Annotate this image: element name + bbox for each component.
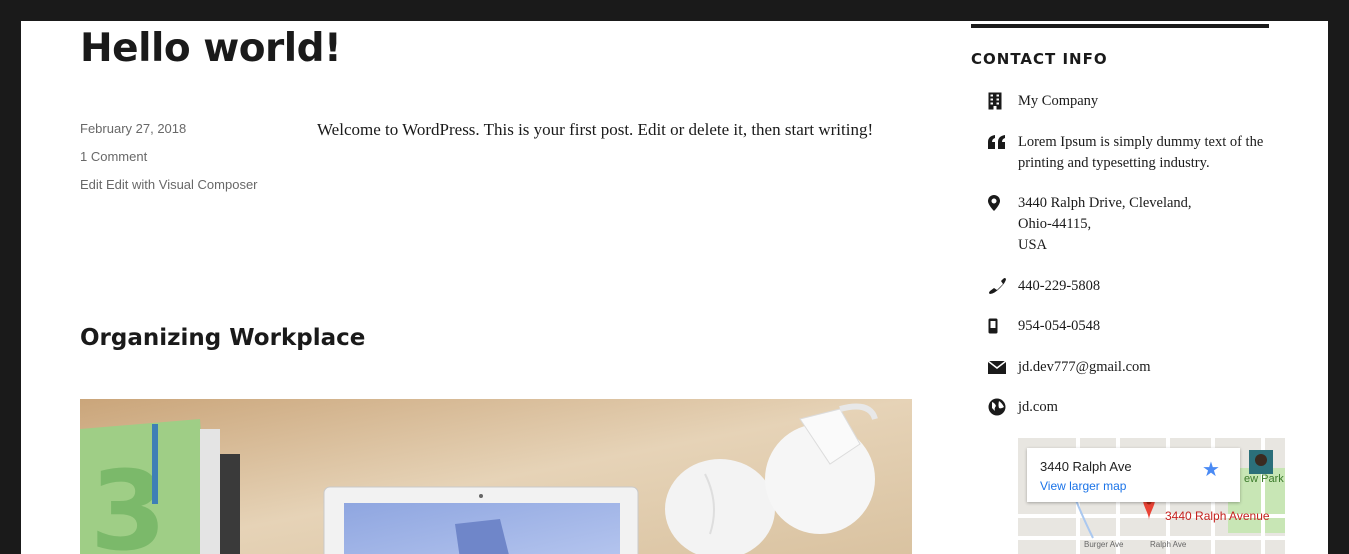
map-embed[interactable]: 3440 Ralph Ave View larger map ★ 3440 Ra… xyxy=(1018,438,1285,554)
contact-email: jd.dev777@gmail.com xyxy=(981,357,1281,378)
website-link[interactable]: jd.com xyxy=(1018,397,1058,418)
mobile-icon xyxy=(981,316,1018,336)
company-name: My Company xyxy=(1018,93,1099,109)
save-star-icon[interactable]: ★ xyxy=(1202,457,1220,482)
globe-icon xyxy=(981,397,1018,417)
post-date[interactable]: February 27, 2018 xyxy=(80,118,260,139)
map-street-label: Burger Ave xyxy=(1084,540,1124,549)
map-info-card: 3440 Ralph Ave View larger map ★ xyxy=(1027,448,1240,502)
contact-phone: 440-229-5808 xyxy=(981,276,1281,297)
post-title[interactable]: Hello world! xyxy=(80,26,342,73)
map-pin-icon xyxy=(981,193,1018,213)
view-larger-map-link[interactable]: View larger map xyxy=(1040,479,1126,493)
contact-mobile: 954-054-0548 xyxy=(981,316,1281,337)
contact-company: My Company xyxy=(981,91,1281,112)
map-card-address: 3440 Ralph Ave xyxy=(1040,459,1132,474)
contact-about: Lorem Ipsum is simply dummy text of the … xyxy=(981,132,1281,174)
post2-title[interactable]: Organizing Workplace xyxy=(80,325,365,351)
contact-website: jd.com xyxy=(981,397,1281,418)
address-line3: USA xyxy=(1018,237,1048,253)
quote-icon xyxy=(981,132,1018,152)
map-pin-label: 3440 Ralph Avenue xyxy=(1165,509,1270,523)
laptop xyxy=(323,486,639,554)
phone-link[interactable]: 440-229-5808 xyxy=(1018,276,1100,297)
address-line1: 3440 Ralph Drive, Cleveland, xyxy=(1018,195,1192,211)
contact-address: 3440 Ralph Drive, Cleveland, Ohio-44115,… xyxy=(981,193,1281,256)
phone-icon xyxy=(981,276,1018,296)
featured-image[interactable]: 3 xyxy=(80,399,912,554)
building-icon xyxy=(981,91,1018,111)
address-line2: Ohio-44115, xyxy=(1018,216,1092,232)
mail-icon xyxy=(981,357,1018,377)
address: 3440 Ralph Drive, Cleveland, Ohio-44115,… xyxy=(1018,193,1192,256)
widget-title: CONTACT INFO xyxy=(971,50,1108,68)
page: Hello world! February 27, 2018 1 Comment… xyxy=(21,21,1328,554)
post-edit-link[interactable]: Edit Edit with Visual Composer xyxy=(80,174,260,195)
email-link[interactable]: jd.dev777@gmail.com xyxy=(1018,357,1151,378)
widget-top-border xyxy=(971,24,1269,28)
company-about: Lorem Ipsum is simply dummy text of the … xyxy=(1018,134,1264,171)
mobile-link[interactable]: 954-054-0548 xyxy=(1018,316,1100,337)
map-park-label: ew Park xyxy=(1244,473,1284,485)
post-comments-link[interactable]: 1 Comment xyxy=(80,146,260,167)
post-content: Welcome to WordPress. This is your first… xyxy=(317,120,874,139)
books: 3 xyxy=(80,419,240,554)
post-meta: February 27, 2018 1 Comment Edit Edit wi… xyxy=(80,118,260,195)
map-street-label: Ralph Ave xyxy=(1150,540,1187,549)
featured-image-art: 3 xyxy=(80,399,912,554)
